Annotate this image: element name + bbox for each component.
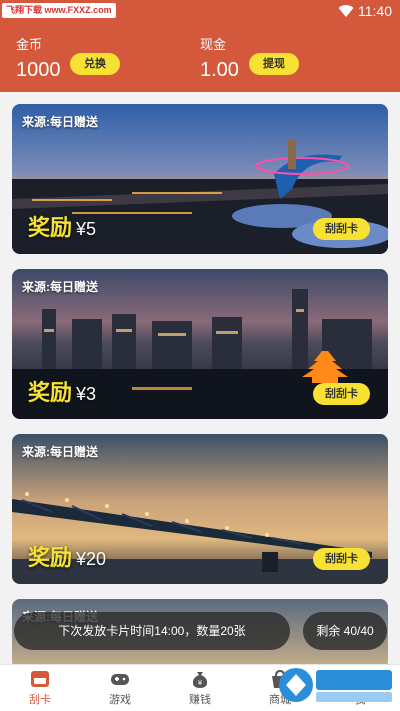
status-bar: 飞翔下载 www.FXXZ.com 11:40 (0, 0, 400, 22)
tab-games[interactable]: 游戏 (80, 669, 160, 707)
wifi-icon (338, 5, 354, 18)
reward-amount: ¥3 (76, 384, 97, 404)
tab-label: 刮卡 (29, 694, 51, 706)
reward-amount: ¥5 (76, 219, 97, 239)
scratch-card-icon (31, 671, 49, 687)
reward-amount: ¥20 (76, 549, 107, 569)
cash-label: 现金 (200, 37, 227, 52)
cash-value: 1.00 (200, 59, 239, 81)
card-source: 来源:每日赠送 (22, 280, 98, 294)
reward-label: 奖励 (28, 545, 73, 570)
card-reward: 奖励 ¥5 (28, 210, 96, 242)
watermark-badge: 飞翔下载 www.FXXZ.com (2, 3, 116, 18)
scratch-button[interactable]: 刮刮卡 (313, 548, 370, 570)
reward-label: 奖励 (28, 215, 73, 240)
coins-label: 金币 (16, 37, 43, 52)
withdraw-button[interactable]: 提现 (249, 53, 299, 75)
reward-label: 奖励 (28, 380, 73, 405)
cash-balance: 现金 1.00 (200, 34, 239, 82)
scratch-card[interactable]: 来源:每日赠送 奖励 ¥20 刮刮卡 (12, 434, 388, 584)
scratch-card[interactable]: 来源:每日赠送 奖励 ¥5 刮刮卡 (12, 104, 388, 254)
watermark-logo (279, 668, 392, 702)
next-card-notice: 下次发放卡片时间14:00，数量20张 (14, 612, 290, 650)
scratch-button[interactable]: 刮刮卡 (313, 383, 370, 405)
remaining-cards-badge: 剩余 40/40 (303, 612, 387, 650)
wallet-header: 金币 1000 兑换 现金 1.00 提现 (0, 22, 400, 92)
coins-value: 1000 (16, 59, 61, 81)
tab-label: 赚钱 (189, 694, 211, 706)
tab-label: 游戏 (109, 694, 131, 706)
card-source: 来源:每日赠送 (22, 445, 98, 459)
card-source: 来源:每日赠送 (22, 115, 98, 129)
scratch-button[interactable]: 刮刮卡 (313, 218, 370, 240)
scratch-card[interactable]: 来源:每日赠送 奖励 ¥3 刮刮卡 (12, 269, 388, 419)
tab-earn[interactable]: ¥ 赚钱 (160, 669, 240, 707)
svg-text:¥: ¥ (198, 679, 203, 687)
card-reward: 奖励 ¥20 (28, 540, 106, 572)
tab-scratch[interactable]: 刮卡 (0, 669, 80, 707)
money-bag-icon: ¥ (192, 672, 208, 688)
gamepad-icon (111, 674, 129, 685)
exchange-button[interactable]: 兑换 (70, 53, 120, 75)
clock: 11:40 (358, 3, 392, 19)
card-reward: 奖励 ¥3 (28, 375, 96, 407)
coins-balance: 金币 1000 (16, 34, 61, 82)
